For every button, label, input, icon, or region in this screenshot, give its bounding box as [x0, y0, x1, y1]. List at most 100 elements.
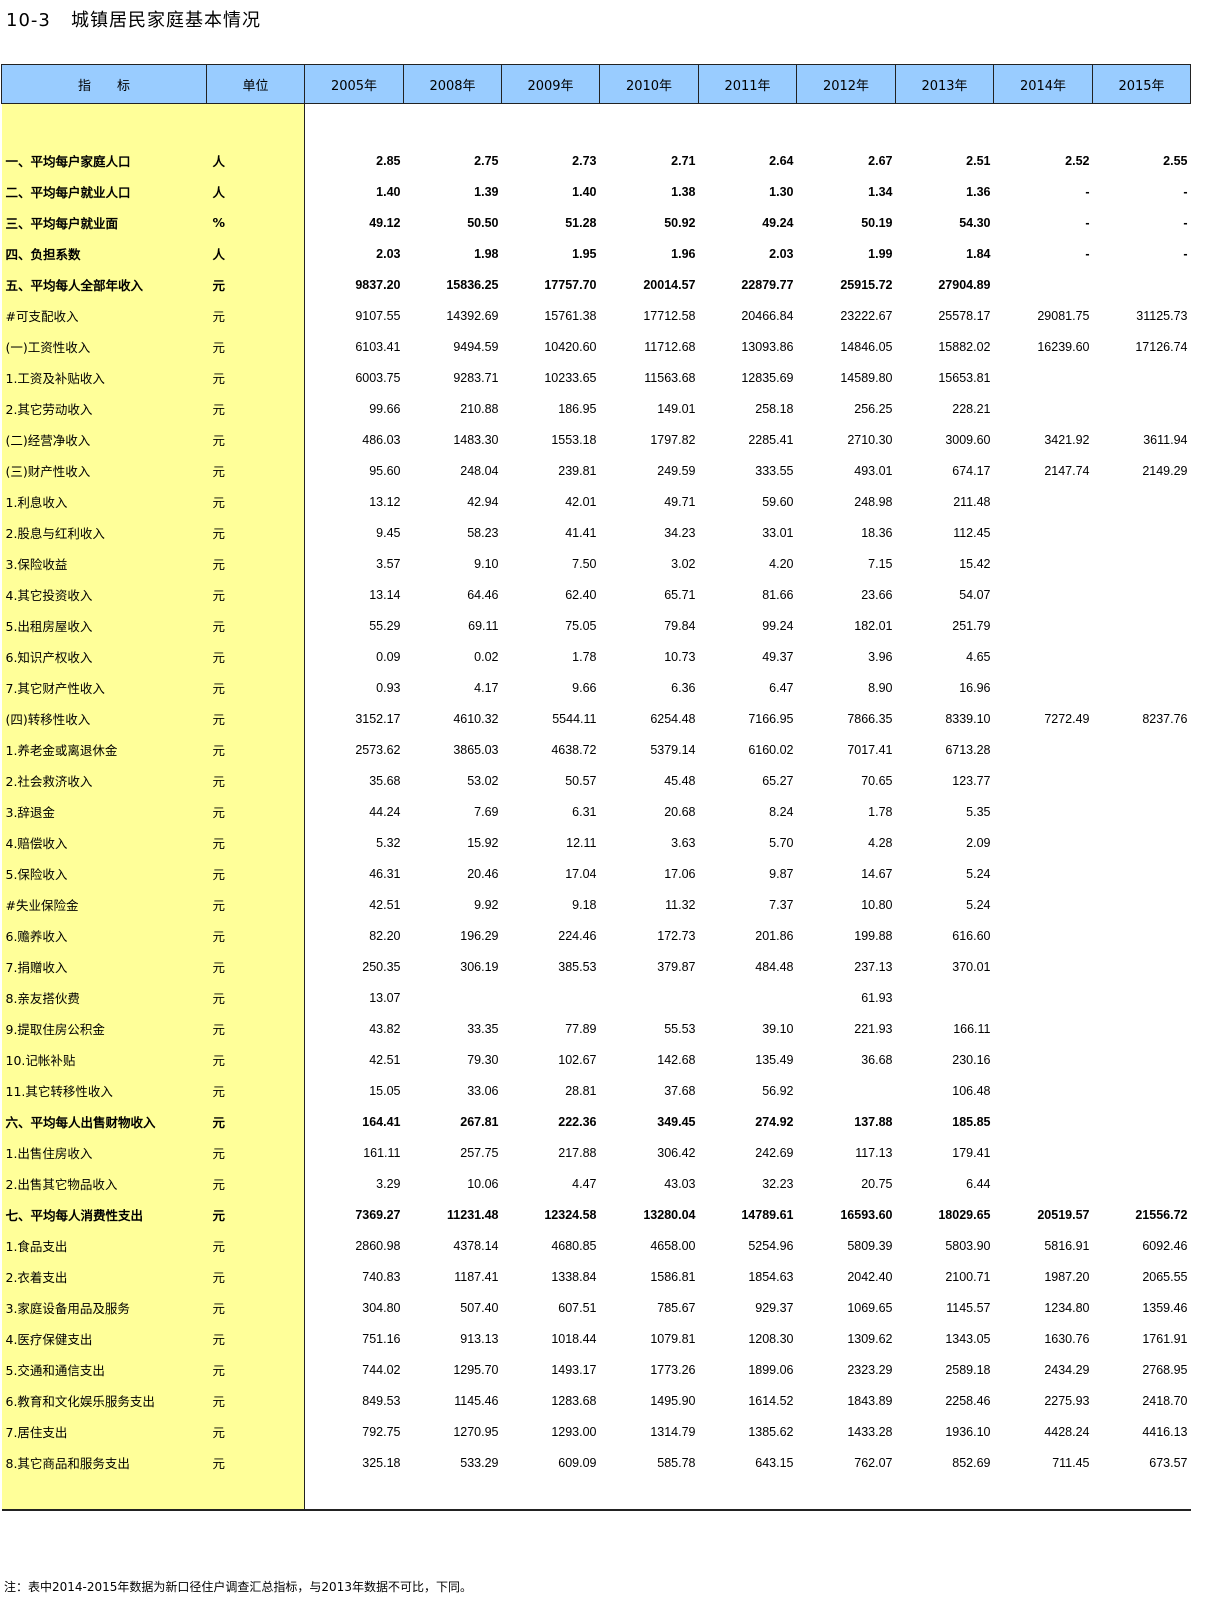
cell-value: 1145.46: [454, 1393, 499, 1408]
cell-value: 7369.27: [355, 1207, 401, 1222]
cell-value: 5.32: [376, 835, 401, 850]
row-unit: 元: [206, 734, 305, 765]
cell-value: 370.01: [952, 959, 991, 974]
row-unit: 元: [206, 1168, 305, 1199]
cell-value: 1493.17: [551, 1362, 597, 1377]
cell-value: 201.86: [755, 928, 794, 943]
cell-value: [994, 889, 1093, 920]
cell-value: 1.30: [769, 184, 794, 199]
cell-value: 23222.67: [840, 308, 893, 323]
row-unit: 元: [206, 1106, 305, 1137]
cell-value: 785.67: [657, 1300, 696, 1315]
cell-value: 484.48: [755, 959, 794, 974]
cell-value: 35.68: [369, 773, 401, 788]
cell-value: 792.75: [362, 1424, 401, 1439]
cell-value: 199.88: [854, 928, 893, 943]
row-unit: 元: [206, 672, 305, 703]
cell-value: 6.44: [966, 1176, 991, 1191]
cell-value: 5809.39: [847, 1238, 893, 1253]
cell-value: 5544.11: [552, 711, 597, 726]
cell-value: [994, 362, 1093, 393]
cell-value: 744.02: [362, 1362, 401, 1377]
cell-value: 196.29: [460, 928, 499, 943]
cell-value: 9494.59: [453, 339, 499, 354]
cell-value: 10.80: [861, 897, 893, 912]
cell-value: 13.07: [369, 990, 401, 1005]
cell-value: 4416.13: [1142, 1424, 1188, 1439]
table-row: 6.赡养收入元 82.20 196.29 224.46 172.73 201.86 199.…: [1, 920, 1191, 951]
cell-value: 18029.65: [938, 1207, 991, 1222]
cell-value: 49.71: [664, 494, 696, 509]
row-label: 5.交通和通信支出: [1, 1354, 207, 1385]
cell-value: [797, 1075, 896, 1106]
cell-value: 1586.81: [650, 1269, 696, 1284]
cell-value: 9.66: [572, 680, 597, 695]
row-label: 六、平均每人出售财物收入: [1, 1106, 207, 1137]
cell-value: 740.83: [362, 1269, 401, 1284]
cell-value: 3.96: [868, 649, 893, 664]
cell-value: 37.68: [664, 1083, 696, 1098]
cell-value: 6092.46: [1142, 1238, 1188, 1253]
row-label: 1.利息收入: [1, 486, 207, 517]
cell-value: 27904.89: [938, 277, 991, 292]
row-unit: 元: [206, 1292, 305, 1323]
cell-value: 106.48: [952, 1083, 991, 1098]
cell-value: 15.05: [369, 1083, 401, 1098]
row-unit: 元: [206, 517, 305, 548]
table-body: 一、平均每户家庭人口人 2.85 2.75 2.73 2.71 2.64 2.67 2.51 2…: [1, 103, 1191, 1511]
cell-value: 2.03: [376, 246, 401, 261]
cell-value: 54.07: [959, 587, 991, 602]
cell-value: 643.15: [755, 1455, 794, 1470]
cell-value: [699, 982, 797, 1013]
cell-value: 102.67: [558, 1052, 597, 1067]
row-unit: 元: [206, 920, 305, 951]
row-label: 10.记帐补贴: [1, 1044, 207, 1075]
cell-value: 1987.20: [1044, 1269, 1090, 1284]
header-unit: 单位: [206, 64, 305, 104]
header-year: 2009年: [501, 64, 600, 104]
cell-value: 1295.70: [453, 1362, 499, 1377]
cell-value: 379.87: [657, 959, 696, 974]
cell-value: 10420.60: [544, 339, 597, 354]
cell-value: 12324.58: [544, 1207, 597, 1222]
table-row: #可支配收入元 9107.55 14392.69 15761.38 17712.58 20…: [1, 300, 1191, 331]
cell-value: 251.79: [952, 618, 991, 633]
cell-value: 4658.00: [650, 1238, 696, 1253]
cell-value: 486.03: [362, 432, 401, 447]
cell-value: 1.36: [966, 184, 991, 199]
row-unit: 元: [206, 1261, 305, 1292]
row-label: 11.其它转移性收入: [1, 1075, 207, 1106]
row-label: 6.知识产权收入: [1, 641, 207, 672]
table-row: (一)工资性收入元 6103.41 9494.59 10420.60 11712.68 1…: [1, 331, 1191, 362]
cell-value: 2323.29: [847, 1362, 893, 1377]
cell-value: 2275.93: [1044, 1393, 1090, 1408]
cell-value: 5816.91: [1044, 1238, 1090, 1253]
cell-value: 1.39: [474, 184, 499, 199]
cell-value: 53.02: [467, 773, 499, 788]
cell-value: 4428.24: [1044, 1424, 1090, 1439]
cell-value: 1208.30: [748, 1331, 794, 1346]
cell-value: [994, 796, 1093, 827]
cell-value: 2.64: [769, 153, 794, 168]
cell-value: 8.90: [868, 680, 893, 695]
cell-value: [1093, 641, 1191, 672]
table-row: 七、平均每人消费性支出元 7369.27 11231.48 12324.58 13280…: [1, 1199, 1191, 1230]
cell-value: 239.81: [558, 463, 597, 478]
cell-value: 161.11: [363, 1145, 401, 1160]
cell-value: 13280.04: [643, 1207, 696, 1222]
cell-value: 33.01: [762, 525, 794, 540]
header-year: 2015年: [1092, 64, 1191, 104]
cell-value: 6003.75: [355, 370, 401, 385]
cell-value: 70.65: [861, 773, 893, 788]
table-row: 7.居住支出元 792.75 1270.95 1293.00 1314.79 1385.6…: [1, 1416, 1191, 1447]
table-row: 1.食品支出元 2860.98 4378.14 4680.85 4658.00 5254.…: [1, 1230, 1191, 1261]
cell-value: 2.51: [966, 153, 991, 168]
cell-value: [994, 1137, 1093, 1168]
header-year: 2008年: [403, 64, 502, 104]
cell-value: 1309.62: [847, 1331, 893, 1346]
row-label: 3.保险收益: [1, 548, 207, 579]
table-row: 三、平均每户就业面% 49.12 50.50 51.28 50.92 49.24 50.19…: [1, 207, 1191, 238]
cell-value: 5.70: [769, 835, 794, 850]
row-label: 9.提取住房公积金: [1, 1013, 207, 1044]
cell-value: 1270.95: [453, 1424, 499, 1439]
